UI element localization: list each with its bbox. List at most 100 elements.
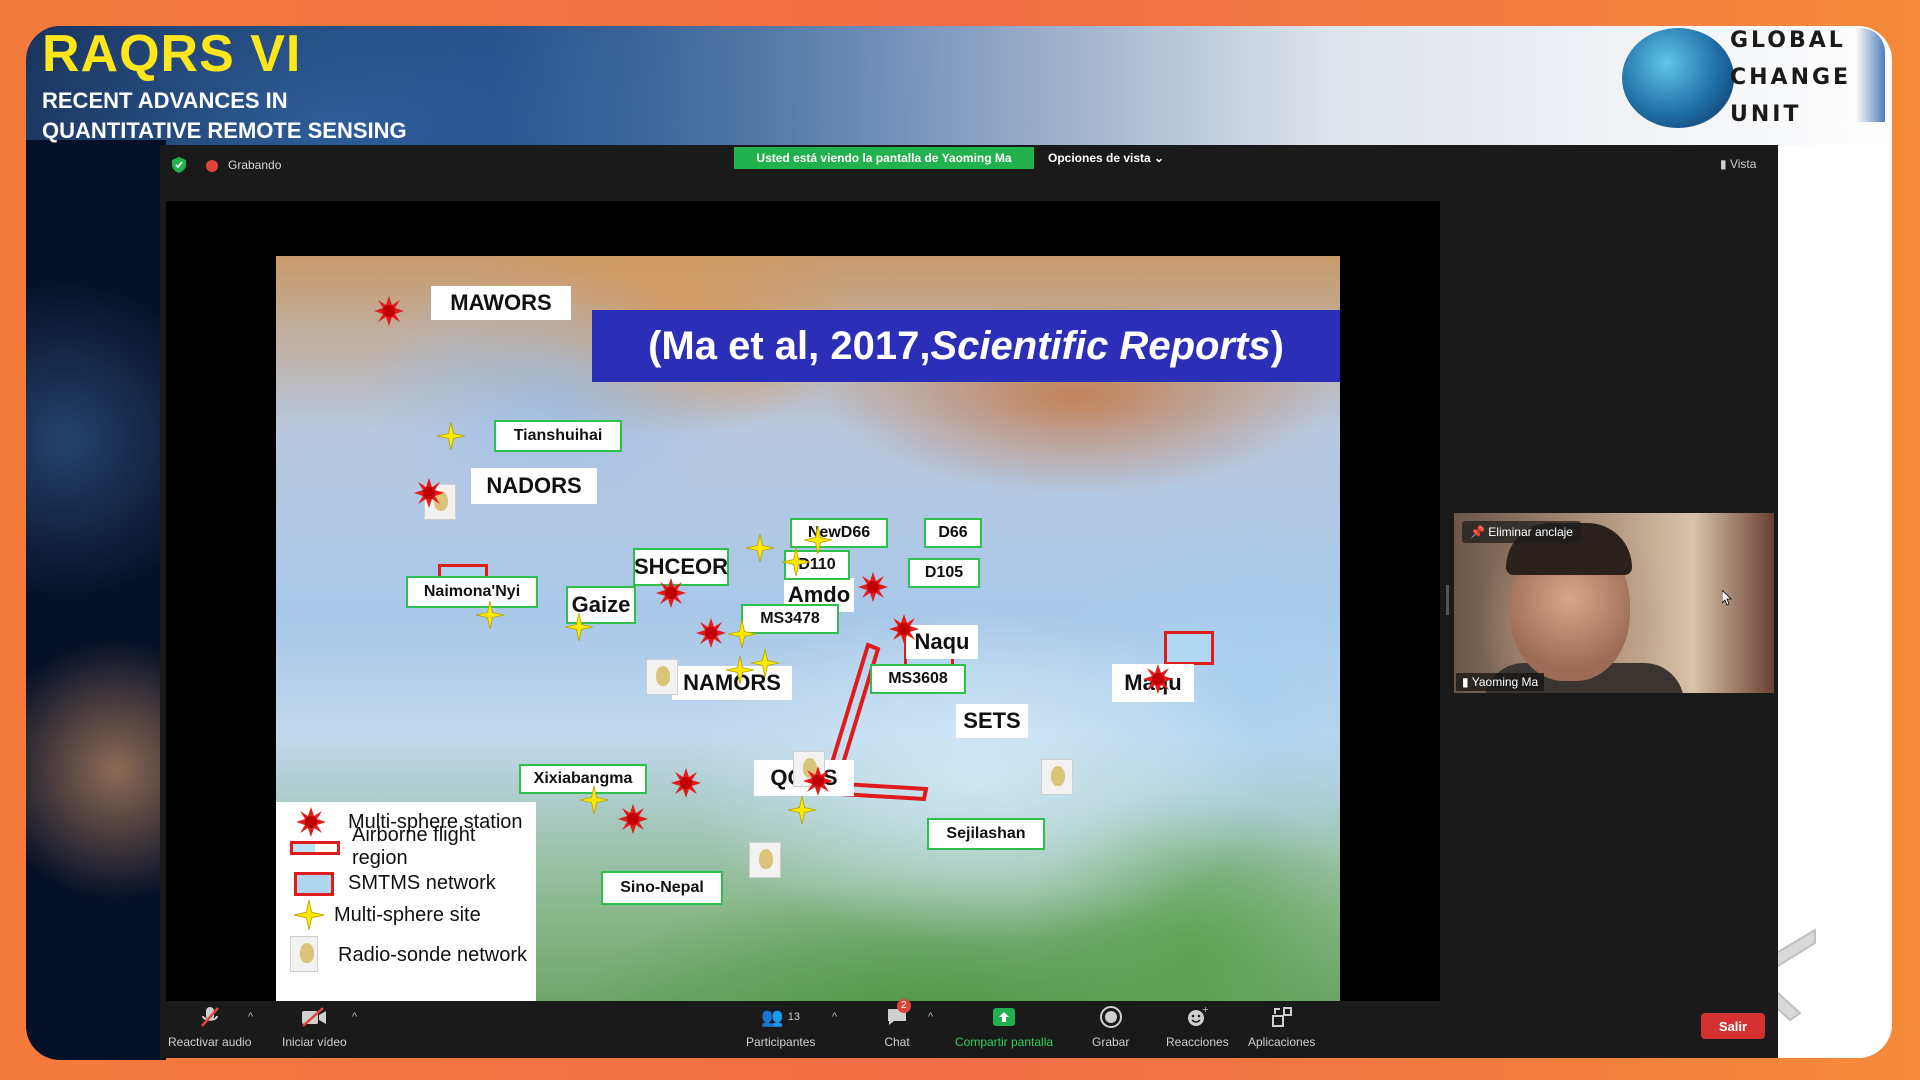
chat-button[interactable]: 2 Chat (883, 999, 911, 1049)
logo-line-3: UNIT (1730, 102, 1802, 127)
layout-icon: ▮ (1720, 157, 1730, 171)
citation-journal: Scientific Reports (930, 323, 1271, 368)
site-label: SETS (956, 704, 1028, 738)
apps-icon (1271, 1007, 1292, 1027)
camera-off-icon (302, 1007, 327, 1027)
site-label: Tianshuihai (494, 420, 622, 452)
red-star-icon (696, 618, 726, 648)
recording-label: Grabando (228, 158, 282, 172)
apps-button[interactable]: Aplicaciones (1248, 1005, 1315, 1049)
apps-label: Aplicaciones (1248, 1035, 1316, 1049)
subtitle-line-2: QUANTITATIVE REMOTE SENSING (42, 118, 407, 143)
participants-options-caret[interactable]: ^ (832, 1011, 837, 1023)
shared-screen-area: (Ma et al, 2017, Scientific Reports) MAWO… (166, 201, 1440, 1056)
legend-item: Radio-sonde network (284, 936, 527, 972)
unpin-label: Eliminar anclaje (1488, 525, 1573, 539)
legend-label: Radio-sonde network (338, 943, 527, 966)
start-video-label: Iniciar vídeo (282, 1035, 347, 1049)
red-star-icon (671, 768, 701, 798)
site-label: NADORS (471, 468, 597, 504)
chat-label: Chat (884, 1035, 910, 1049)
legend-item: Airborne flight region (284, 824, 536, 869)
participant-name: Yaoming Ma (1471, 675, 1539, 689)
subtitle-line-1: RECENT ADVANCES IN (42, 88, 288, 113)
site-label: Sino-Nepal (601, 871, 723, 905)
red-star-icon (803, 766, 833, 796)
participant-count: 13 (787, 1011, 801, 1023)
red-star-icon (858, 572, 888, 602)
panel-resize-handle[interactable] (1446, 585, 1449, 615)
radiosonde-icon (749, 842, 781, 878)
screen-share-banner: Usted está viendo la pantalla de Yaoming… (734, 147, 1034, 169)
reactions-button[interactable]: + Reacciones (1166, 1005, 1229, 1049)
legend-label: SMTMS network (348, 871, 496, 894)
citation-close: ) (1270, 323, 1284, 368)
view-button[interactable]: ▮ Vista (1720, 157, 1756, 171)
participant-name-tag: ▮ Yaoming Ma (1456, 673, 1545, 691)
participants-icon: 👥 (761, 1006, 784, 1027)
radiosonde-icon (646, 659, 678, 695)
smtms-box-icon (294, 872, 334, 896)
share-screen-icon (993, 1008, 1016, 1026)
radiosonde-icon (1041, 759, 1073, 795)
site-label: D66 (924, 518, 982, 548)
view-button-label: Vista (1729, 157, 1757, 171)
unmute-audio-button[interactable]: Reactivar audio (168, 1005, 251, 1049)
smtms-network-box (1164, 631, 1214, 665)
slide-map: (Ma et al, 2017, Scientific Reports) MAWO… (276, 256, 1340, 1056)
yellow-star-icon (788, 796, 816, 824)
leave-meeting-button[interactable]: Salir (1701, 1013, 1765, 1039)
record-label: Grabar (1092, 1035, 1130, 1049)
view-options-button[interactable]: Opciones de vista ⌄ (1048, 151, 1164, 165)
yellow-star-icon (726, 656, 754, 684)
conference-title: RAQRS VI (42, 25, 302, 83)
recording-icon (206, 160, 218, 172)
logo-line-2: CHANGE (1730, 65, 1852, 90)
site-label: Naimona'Nyi (406, 576, 538, 608)
radiosonde-icon (290, 936, 318, 972)
audio-options-caret[interactable]: ^ (248, 1011, 253, 1023)
yellow-star-icon (728, 620, 756, 648)
zoom-window: Grabando Usted está viendo la pantalla d… (160, 145, 1778, 1058)
security-shield-icon[interactable] (172, 157, 186, 173)
participants-button[interactable]: 👥 13 Participantes (746, 1005, 816, 1050)
citation-main: (Ma et al, 2017, (648, 323, 931, 368)
yellow-star-icon (804, 526, 832, 554)
yellow-star-icon (746, 534, 774, 562)
decorative-network-panel (26, 140, 166, 1060)
red-star-icon (889, 614, 919, 644)
yellow-star-icon (580, 786, 608, 814)
red-star-icon (618, 804, 648, 834)
microphone-muted-icon (200, 1007, 219, 1027)
yellow-star-icon (476, 601, 504, 629)
record-button[interactable]: Grabar (1092, 1005, 1129, 1049)
red-star-icon (656, 578, 686, 608)
legend-label: Airborne flight region (352, 824, 476, 869)
red-star-icon (374, 296, 404, 326)
logo-line-1: GLOBAL (1730, 28, 1846, 53)
signal-icon: ▮ (1462, 675, 1472, 689)
share-screen-button[interactable]: Compartir pantalla (955, 1005, 1053, 1049)
chat-unread-badge: 2 (897, 999, 911, 1013)
reactions-label: Reacciones (1166, 1035, 1229, 1049)
yellow-star-icon (751, 649, 779, 677)
start-video-button[interactable]: Iniciar vídeo (282, 1005, 347, 1049)
citation-banner: (Ma et al, 2017, Scientific Reports) (592, 310, 1340, 382)
gcu-logo-text: GLOBAL CHANGE UNIT (1730, 22, 1851, 133)
chat-options-caret[interactable]: ^ (928, 1011, 933, 1023)
participants-label: Participantes (746, 1035, 816, 1049)
site-label: Sejilashan (927, 818, 1045, 850)
zoom-toolbar: Reactivar audio ^ Iniciar vídeo ^ 👥 13 Pa… (160, 999, 1778, 1058)
site-label: D105 (908, 558, 980, 588)
video-options-caret[interactable]: ^ (352, 1011, 357, 1023)
emoji-icon: + (1188, 1006, 1208, 1026)
legend-label: Multi-sphere site (334, 903, 481, 926)
red-star-icon (414, 478, 444, 508)
yellow-star-icon (294, 900, 324, 930)
pin-icon: 📌 (1470, 525, 1489, 539)
zoom-top-bar: Grabando Usted está viendo la pantalla d… (160, 145, 1778, 187)
mouse-cursor-icon (1722, 590, 1732, 606)
legend-item: SMTMS network (284, 868, 496, 898)
site-label: MS3608 (870, 664, 966, 694)
unpin-button[interactable]: 📌 Eliminar anclaje (1462, 521, 1581, 543)
